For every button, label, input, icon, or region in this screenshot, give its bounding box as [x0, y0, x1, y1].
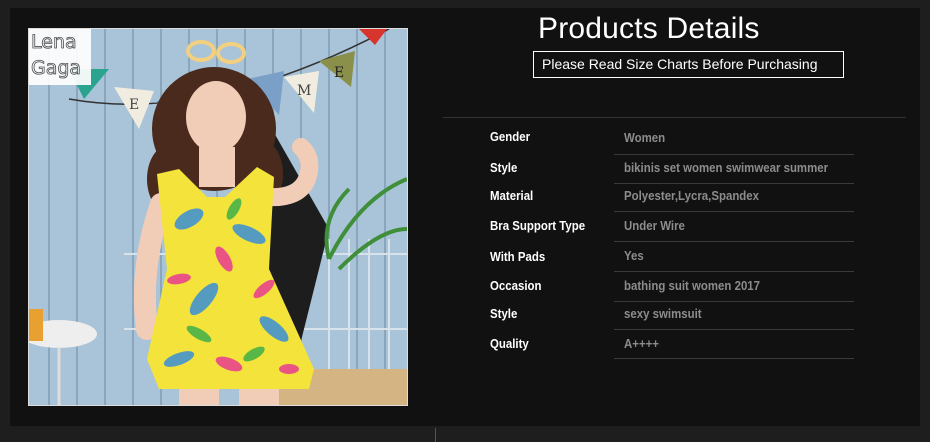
spec-row-with-pads: With Pads Yes	[0, 248, 930, 277]
spec-value: Women	[624, 130, 666, 145]
bottom-divider	[435, 428, 436, 442]
spec-row-quality: Quality A++++	[0, 336, 930, 364]
spec-value: Polyester,Lycra,Spandex	[624, 188, 760, 203]
spec-value: Yes	[624, 248, 644, 263]
spec-row-gender: Gender Women	[0, 129, 930, 157]
spec-value: bathing suit women 2017	[624, 278, 761, 293]
brand-logo-line2: Gaga	[31, 57, 82, 80]
page-title: Products Details	[538, 12, 760, 45]
spec-value: Under Wire	[624, 218, 685, 233]
spec-value: A++++	[624, 336, 659, 351]
spec-label: Occasion	[490, 278, 542, 293]
spec-label: Quality	[490, 336, 529, 351]
spec-value: sexy swimsuit	[624, 306, 702, 321]
spec-label: Gender	[490, 129, 531, 144]
spec-separator	[614, 271, 854, 272]
header-divider	[443, 117, 906, 118]
spec-label: With Pads	[490, 249, 546, 264]
bunting-letter: M	[297, 83, 311, 99]
spec-separator	[614, 329, 854, 330]
spec-label: Bra Support Type	[490, 218, 586, 233]
spec-separator	[614, 154, 854, 155]
spec-separator	[614, 183, 854, 184]
bunting-letter: E	[129, 97, 139, 113]
spec-separator	[614, 211, 854, 212]
spec-value: bikinis set women swimwear summer	[624, 160, 829, 175]
spec-separator	[614, 301, 854, 302]
spec-label: Style	[490, 306, 518, 321]
spec-separator	[614, 358, 854, 359]
size-chart-notice: Please Read Size Charts Before Purchasin…	[533, 51, 844, 78]
spec-label: Material	[490, 188, 534, 203]
brand-logo-line1: Lena	[31, 31, 77, 54]
bunting-letter: E	[334, 65, 344, 81]
spec-separator	[614, 241, 854, 242]
brand-logo: Lena Gaga	[29, 29, 91, 85]
spec-label: Style	[490, 160, 518, 175]
